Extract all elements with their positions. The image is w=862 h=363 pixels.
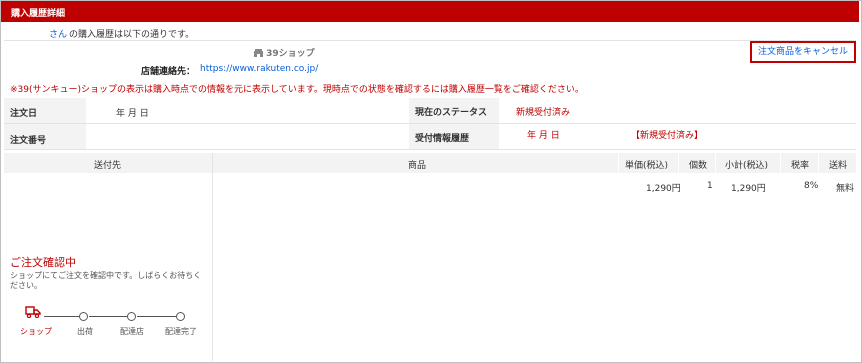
order-date-label: 注文日 — [10, 109, 38, 119]
status-value: 新規受付済み — [516, 108, 571, 118]
tax-rate-value: 8% — [804, 181, 819, 191]
step-shipping-marker — [79, 312, 88, 321]
product-header: 商品 — [408, 161, 427, 171]
step-shop-marker — [25, 306, 41, 321]
tax-rate-header: 税率 — [791, 161, 810, 171]
qty-header-cell: 個数 — [679, 153, 715, 173]
ship-to-header-cell: 送付先 — [4, 153, 212, 173]
intro-text: の購入履歴は以下の通りです。 — [69, 30, 195, 40]
step-label-shipping: 出荷 — [77, 327, 93, 336]
grid-bottom-line — [4, 149, 856, 150]
divider — [4, 40, 856, 41]
shop-name: 39ショップ — [266, 49, 315, 59]
tax-rate-header-cell: 税率 — [781, 153, 818, 173]
unit-price-value: 1,290円 — [646, 184, 681, 194]
progress-description-line2: ださい。 — [10, 281, 42, 290]
contact-label: 店舗連絡先： — [141, 67, 196, 77]
ship-to-header: 送付先 — [94, 161, 122, 171]
progress-title: ご注文確認中 — [10, 256, 76, 269]
order-number-label: 注文番号 — [10, 136, 47, 146]
history-status: 【新規受付済み】 — [631, 131, 704, 141]
shipping-value: 無料 — [836, 184, 855, 194]
subtotal-header-cell: 小計(税込) — [716, 153, 780, 173]
truck-icon — [25, 306, 41, 319]
progress-connector — [89, 316, 127, 317]
order-date-value: 年 月 日 — [116, 109, 149, 119]
step-label-delivered: 配達完了 — [165, 327, 197, 336]
progress-connector — [44, 316, 79, 317]
subtotal-value: 1,290円 — [731, 184, 766, 194]
user-name-link[interactable]: さん — [49, 27, 67, 40]
column-divider — [212, 153, 213, 361]
page-title: 購入履歴詳細 — [11, 9, 66, 19]
shop-icon — [254, 49, 263, 57]
step-delivered-marker — [176, 312, 185, 321]
subtotal-header: 小計(税込) — [725, 161, 769, 171]
grid-row-divider — [4, 123, 856, 124]
step-label-shop: ショップ — [20, 327, 52, 336]
contact-url-link[interactable]: https://www.rakuten.co.jp/ — [200, 64, 318, 74]
cancel-order-button[interactable]: 注文商品をキャンセル — [750, 41, 856, 63]
shop-name-block: 39ショップ — [254, 46, 315, 59]
step-delivery-store-marker — [127, 312, 136, 321]
unit-price-header: 単価(税込) — [625, 161, 669, 171]
qty-value: 1 — [707, 181, 713, 191]
status-label: 現在のステータス — [415, 108, 488, 118]
shipping-header-cell: 送料 — [819, 153, 856, 173]
order-info-grid: 注文日 年 月 日 注文番号 現在のステータス 新規受付済み 受付情報履歴 年 … — [4, 98, 856, 150]
product-header-cell: 商品 — [213, 153, 618, 173]
progress-connector — [137, 316, 176, 317]
qty-header: 個数 — [689, 161, 708, 171]
unit-price-header-cell: 単価(税込) — [619, 153, 678, 173]
step-label-delivery-store: 配達店 — [120, 327, 144, 336]
history-label: 受付情報履歴 — [415, 134, 470, 144]
history-date: 年 月 日 — [527, 131, 560, 141]
shop-notice: ※39(サンキュー)ショップの表示は購入時点での情報を元に表示しています。現時点… — [10, 85, 584, 95]
shipping-header: 送料 — [829, 161, 848, 171]
header-bar: 購入履歴詳細 — [1, 1, 859, 22]
